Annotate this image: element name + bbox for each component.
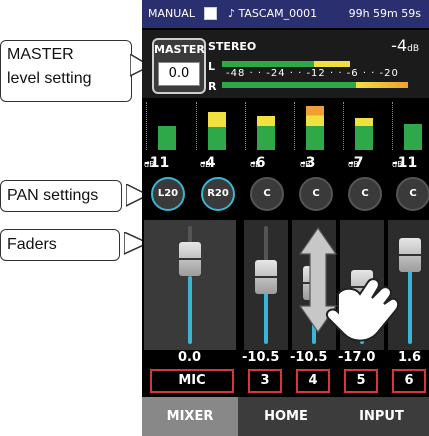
pan-knob[interactable]: C: [396, 177, 429, 211]
channel-button-6[interactable]: 6: [392, 369, 426, 393]
meter-level: [306, 106, 324, 150]
mode-label: MANUAL: [148, 7, 195, 20]
fader-strip-3[interactable]: [244, 220, 288, 350]
meter-level: [355, 118, 373, 150]
master-section: MASTER 0.0 STEREO -4dB L R -48 · · -24 ·…: [142, 30, 429, 98]
master-label: MASTER: [154, 43, 205, 56]
right-channel-label: R: [208, 80, 217, 93]
bottom-tab-bar: MIXER HOME INPUT: [142, 397, 429, 436]
fader-value: 1.6: [398, 350, 422, 365]
pan-callout-text: PAN settings: [7, 187, 99, 204]
master-db-readout: -4dB: [391, 36, 419, 55]
channel-db-row: -11 dB -4 dB -6 dB -3 dB -7 dB -11 dB: [142, 155, 429, 173]
fader-value: -10.5: [242, 350, 280, 365]
pan-knob[interactable]: C: [348, 177, 382, 211]
file-name: ♪ TASCAM_0001: [228, 7, 318, 20]
meter-level: [257, 116, 275, 150]
fader-thumb[interactable]: [255, 260, 277, 294]
master-db-value: -4: [391, 36, 408, 55]
channel-meter: [290, 100, 334, 155]
checkbox-icon[interactable]: [204, 7, 217, 20]
pan-callout: PAN settings: [0, 180, 122, 212]
fader-value: -10.5: [290, 350, 328, 365]
fader-track: [188, 276, 192, 344]
fader-value: 0.0: [178, 350, 202, 365]
meter-ticks: [245, 102, 252, 150]
drag-gesture-icon: [298, 226, 400, 342]
fader-strip-mic[interactable]: [144, 220, 236, 350]
pan-knob[interactable]: R20: [201, 177, 235, 211]
meter-ticks: [294, 102, 301, 150]
channel-button-3[interactable]: 3: [248, 369, 282, 393]
tab-input[interactable]: INPUT: [334, 397, 429, 436]
tab-home[interactable]: HOME: [238, 397, 334, 436]
meter-ticks: [146, 102, 153, 150]
fader-thumb[interactable]: [179, 242, 201, 276]
faders-callout-text: Faders: [7, 236, 57, 253]
channel-label-row: MIC 3 4 5 6: [142, 369, 429, 393]
meter-level: [404, 124, 422, 150]
meter-level: [158, 126, 176, 150]
pan-knob[interactable]: C: [299, 177, 333, 211]
channel-meter: [388, 100, 429, 155]
pan-row: L20 R20 C C C C: [142, 175, 429, 215]
fader-value: -17.0: [338, 350, 376, 365]
meter-ticks: [196, 102, 203, 150]
channel-db: -3 dB: [300, 155, 316, 171]
pan-knob[interactable]: C: [250, 177, 284, 211]
right-meter-bar: [222, 82, 408, 88]
channel-button-5[interactable]: 5: [344, 369, 378, 393]
left-meter-bar: [222, 61, 350, 67]
channel-button-4[interactable]: 4: [296, 369, 330, 393]
master-level-button[interactable]: MASTER 0.0: [152, 38, 206, 94]
master-db-unit: dB: [407, 44, 419, 54]
fader-track: [264, 288, 268, 344]
channel-meter: [339, 100, 383, 155]
channel-button-mic[interactable]: MIC: [150, 369, 234, 393]
channel-meter: [192, 100, 236, 155]
mixer-screen: MANUAL ♪ TASCAM_0001 99h 59m 59s MASTER …: [142, 0, 429, 436]
channel-db: -6 dB: [250, 155, 266, 171]
status-bar: MANUAL ♪ TASCAM_0001 99h 59m 59s: [142, 0, 429, 28]
pan-knob[interactable]: L20: [151, 177, 185, 211]
channel-db: -11 dB: [392, 155, 418, 171]
master-level-value: 0.0: [158, 62, 200, 86]
meter-level: [208, 112, 226, 150]
left-channel-label: L: [208, 60, 216, 73]
master-callout-line1: MASTER: [7, 46, 74, 63]
meter-ticks: [392, 102, 399, 150]
channel-db: -7 dB: [348, 155, 364, 171]
channel-meters: [142, 100, 429, 155]
stereo-label: STEREO: [208, 40, 257, 53]
meter-scale: -48 · · -24 · · -12 · · -6 · · -20: [226, 68, 399, 79]
fader-value-row: 0.0 -10.5 -10.5 -17.0 1.6: [142, 350, 429, 368]
channel-meter: [142, 100, 186, 155]
master-callout-line2: level setting: [7, 70, 92, 87]
remaining-time: 99h 59m 59s: [348, 7, 421, 20]
channel-db: -4 dB: [200, 155, 216, 171]
channel-db: -11 dB: [144, 155, 170, 171]
faders-callout: Faders: [0, 229, 120, 261]
meter-ticks: [343, 102, 350, 150]
tab-mixer[interactable]: MIXER: [142, 397, 238, 436]
channel-meter: [241, 100, 285, 155]
master-callout: MASTER level setting: [0, 40, 132, 102]
